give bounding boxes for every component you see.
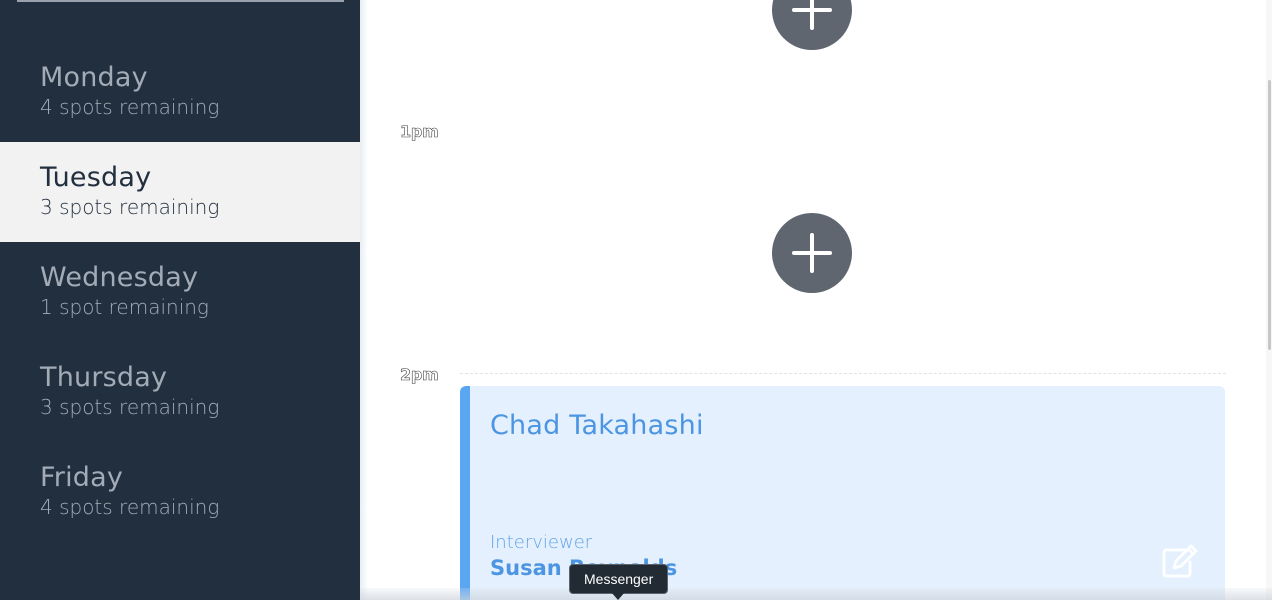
interview-scheduler-app: Monday 4 spots remaining Tuesday 3 spots… <box>0 0 1272 600</box>
tooltip-arrow <box>611 592 625 600</box>
day-item-monday[interactable]: Monday 4 spots remaining <box>0 42 360 142</box>
day-spots-remaining: 4 spots remaining <box>40 495 220 519</box>
day-name: Thursday <box>40 362 168 393</box>
day-name: Wednesday <box>40 262 199 293</box>
sidebar-divider <box>17 0 344 2</box>
day-list: Monday 4 spots remaining Tuesday 3 spots… <box>0 42 360 542</box>
day-item-tuesday[interactable]: Tuesday 3 spots remaining <box>0 142 360 242</box>
messenger-bar-edge <box>360 588 1272 600</box>
scrollbar-thumb[interactable] <box>1268 80 1271 350</box>
time-label-1pm: 1pm <box>400 122 439 142</box>
add-appointment-button[interactable] <box>772 0 852 50</box>
panel-shadow <box>360 0 368 600</box>
day-name: Monday <box>40 62 148 93</box>
plus-icon-stroke <box>810 0 814 30</box>
time-divider <box>460 373 1226 374</box>
schedule-panel: 1pm 2pm Chad Takahashi Interviewer Susan… <box>360 0 1272 600</box>
add-appointment-button[interactable] <box>772 213 852 293</box>
plus-icon-stroke <box>810 233 814 273</box>
scrollbar[interactable] <box>1266 0 1272 600</box>
edit-icon[interactable] <box>1160 544 1200 580</box>
interviewer-label: Interviewer <box>490 532 593 553</box>
day-spots-remaining: 3 spots remaining <box>40 395 220 419</box>
day-item-friday[interactable]: Friday 4 spots remaining <box>0 442 360 542</box>
messenger-tooltip: Messenger <box>569 564 669 594</box>
student-name: Chad Takahashi <box>490 410 704 441</box>
time-label-2pm: 2pm <box>400 365 439 385</box>
day-spots-remaining: 1 spot remaining <box>40 295 209 319</box>
day-name: Tuesday <box>40 162 152 193</box>
day-spots-remaining: 3 spots remaining <box>40 195 220 219</box>
day-spots-remaining: 4 spots remaining <box>40 95 220 119</box>
day-item-thursday[interactable]: Thursday 3 spots remaining <box>0 342 360 442</box>
day-name: Friday <box>40 462 124 493</box>
day-item-wednesday[interactable]: Wednesday 1 spot remaining <box>0 242 360 342</box>
day-sidebar: Monday 4 spots remaining Tuesday 3 spots… <box>0 0 360 600</box>
